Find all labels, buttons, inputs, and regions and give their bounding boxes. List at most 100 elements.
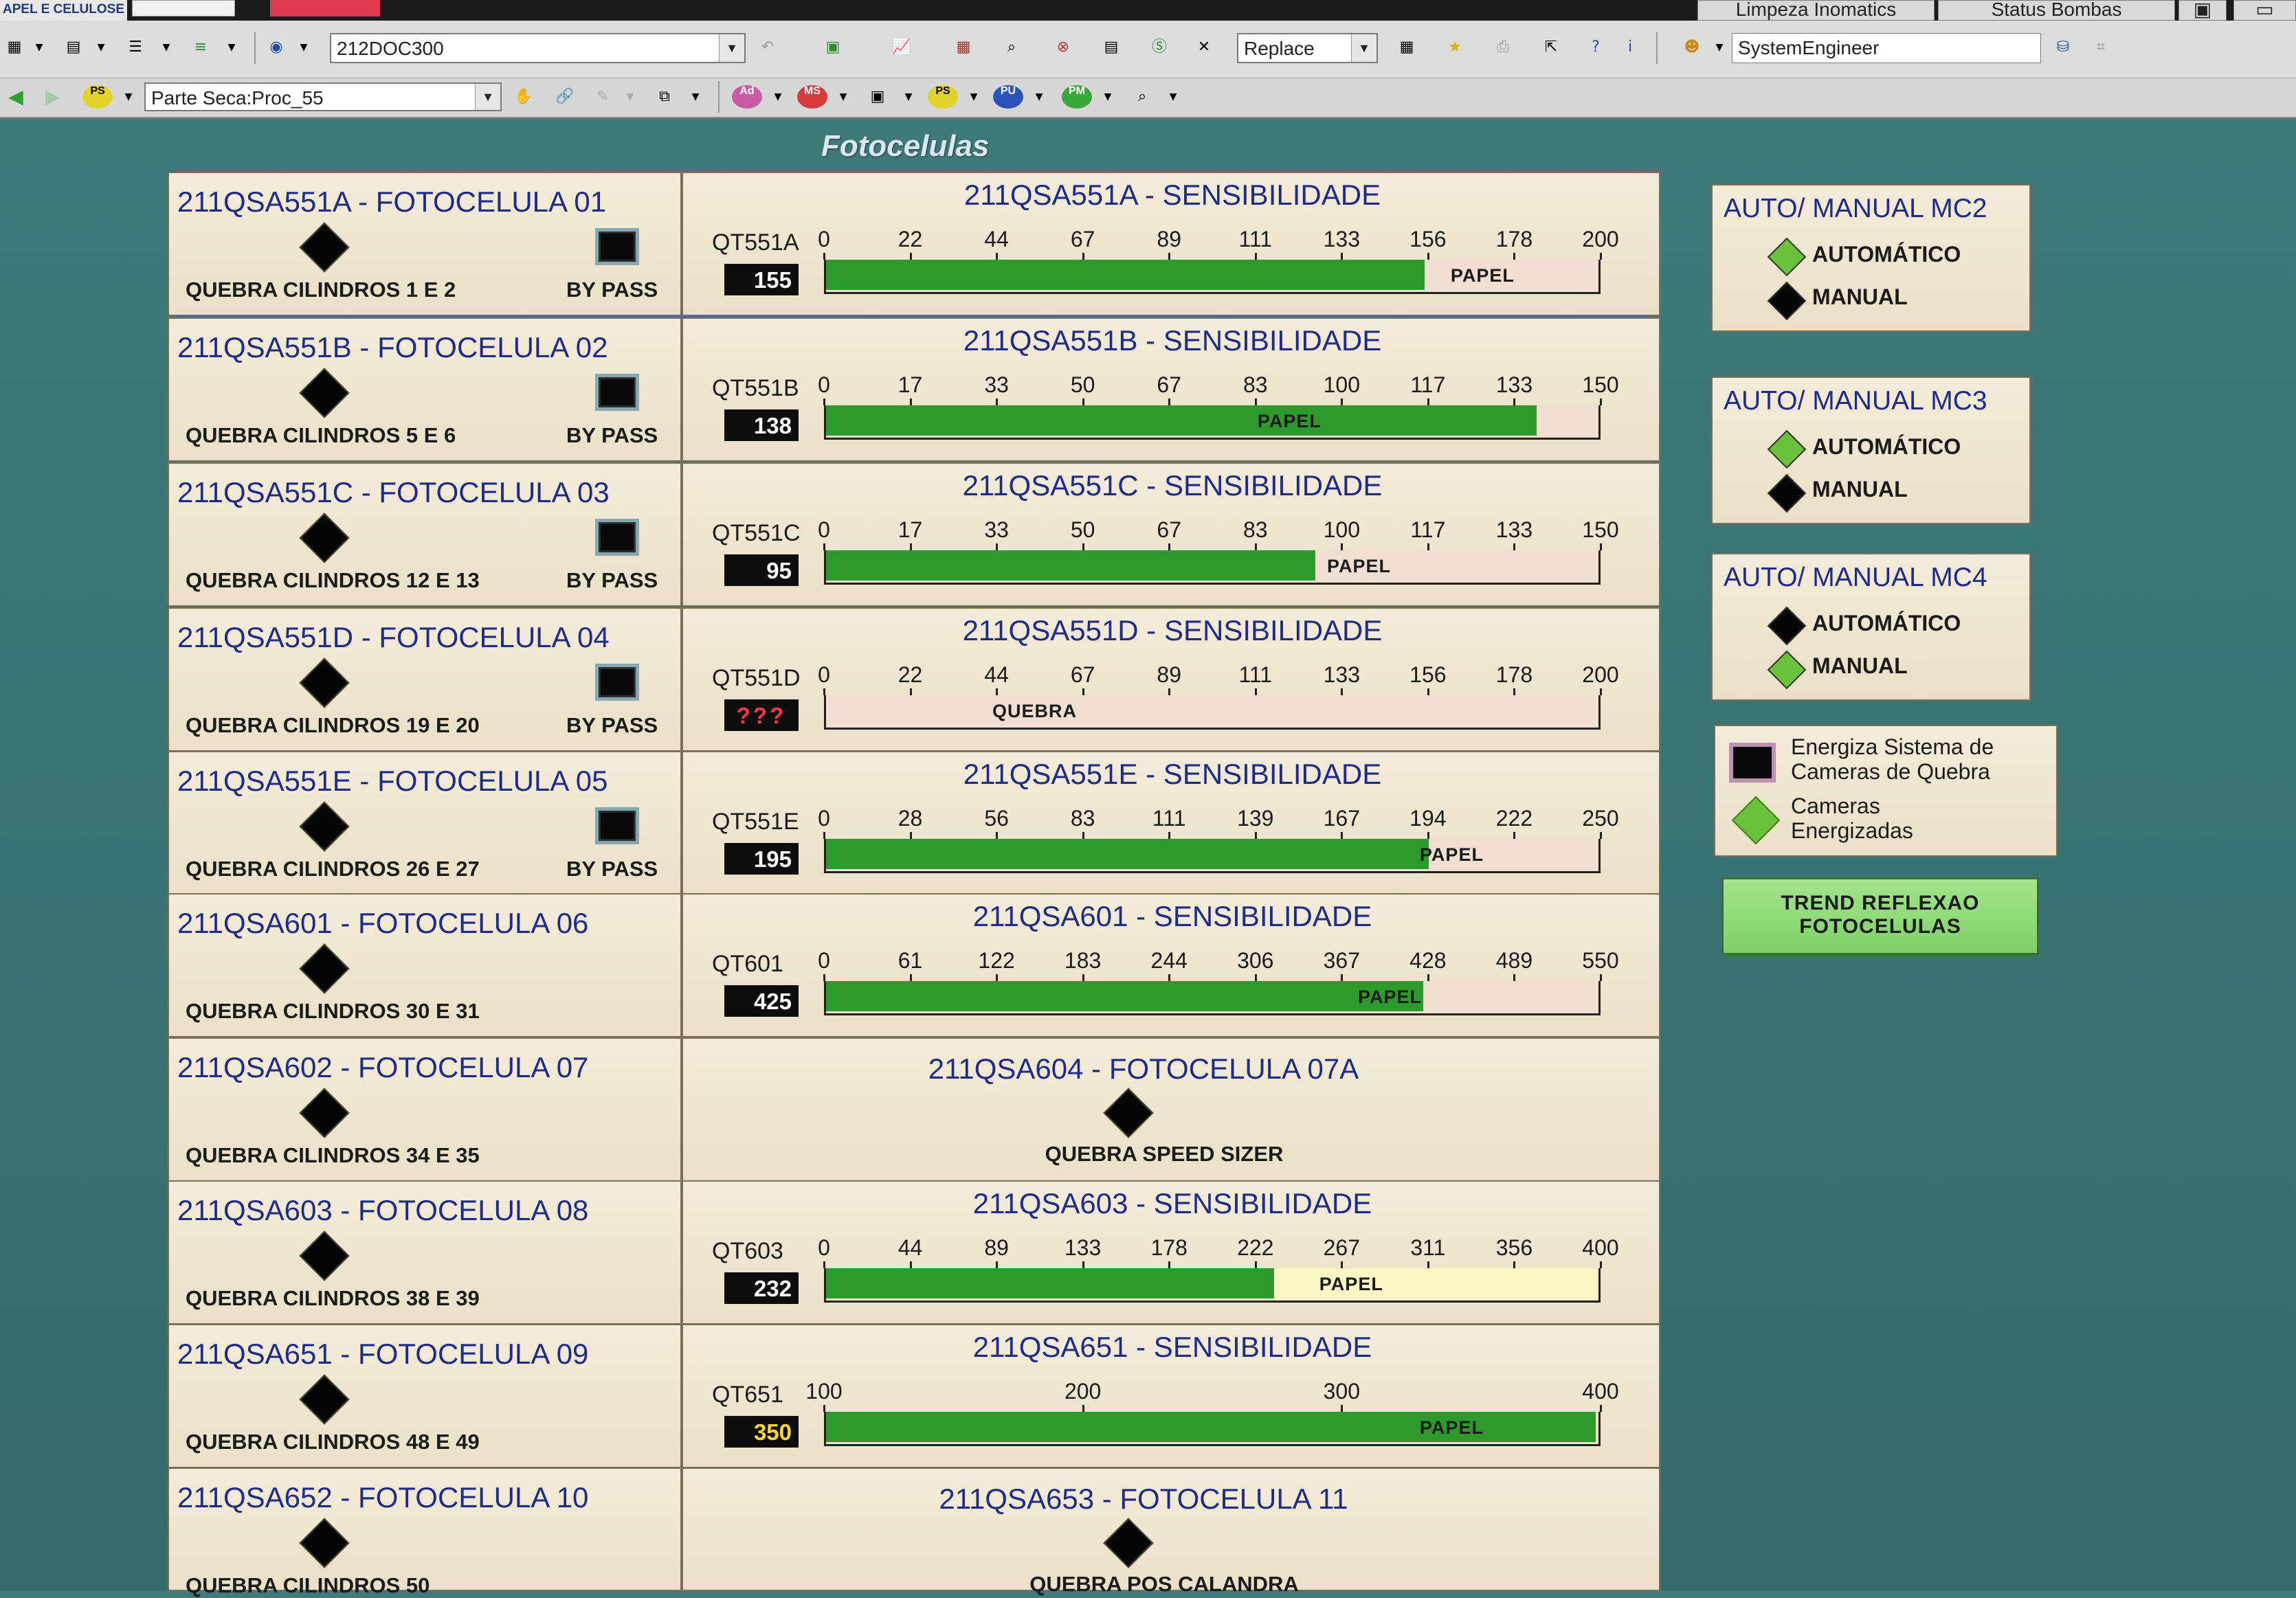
pages-icon[interactable]: ⧉ bbox=[653, 85, 676, 109]
calendar-icon[interactable]: ▦ bbox=[952, 36, 975, 59]
chevron-down-icon[interactable]: ▼ bbox=[155, 36, 178, 59]
scale-tick bbox=[1341, 832, 1344, 839]
ps-badge-icon-2[interactable]: PS bbox=[928, 85, 958, 109]
scale-tick bbox=[1513, 1261, 1516, 1268]
sensitivity-tag: QT551A bbox=[712, 229, 799, 256]
manual-indicator-icon[interactable] bbox=[1767, 473, 1807, 513]
scale-tick-label: 0 bbox=[818, 1235, 830, 1260]
chevron-down-icon[interactable]: ▼ bbox=[962, 85, 985, 109]
list-icon[interactable]: ≡ bbox=[189, 36, 212, 59]
chevron-down-icon[interactable]: ▼ bbox=[832, 85, 855, 109]
automatic-indicator-icon[interactable] bbox=[1767, 606, 1807, 646]
automatic-indicator-icon[interactable] bbox=[1767, 237, 1807, 277]
chevron-down-icon[interactable]: ▼ bbox=[1708, 36, 1731, 59]
back-icon[interactable]: ↶ bbox=[756, 36, 779, 59]
forward-arrow-icon[interactable]: ▶ bbox=[41, 85, 65, 109]
chevron-down-icon[interactable]: ▼ bbox=[684, 85, 707, 109]
scale-tick bbox=[1513, 974, 1516, 981]
fotocelula-panel: 211QSA551D - FOTOCELULA 04 QUEBRA CILINDR… bbox=[168, 607, 682, 752]
chevron-down-icon[interactable]: ▼ bbox=[292, 36, 315, 59]
company-logo: APEL E CELULOSE bbox=[0, 0, 127, 21]
layout-icon[interactable]: ▦ bbox=[1395, 36, 1418, 59]
chevron-down-icon[interactable]: ▼ bbox=[1027, 85, 1051, 109]
sensitivity-bar: PAPEL bbox=[824, 839, 1601, 873]
display-icon[interactable]: ▣ bbox=[821, 36, 845, 59]
chevron-down-icon[interactable]: ▼ bbox=[719, 34, 744, 62]
chevron-down-icon[interactable]: ▼ bbox=[27, 36, 51, 59]
scale-tick bbox=[1254, 1261, 1257, 1268]
chevron-down-icon[interactable]: ▼ bbox=[475, 84, 500, 110]
manual-indicator-icon[interactable] bbox=[1767, 650, 1807, 690]
scale-tick-label: 0 bbox=[818, 662, 830, 687]
chevron-down-icon[interactable]: ▼ bbox=[897, 85, 920, 109]
fotocelula-title: 211QSA603 - FOTOCELULA 08 bbox=[177, 1194, 589, 1226]
sensitivity-panel: 211QSA551C - SENSIBILIDADE QT551C 95 0 17 33 5… bbox=[682, 462, 1660, 607]
edit-icon[interactable]: ✎ bbox=[591, 85, 614, 109]
scale-tick-label: 150 bbox=[1582, 517, 1619, 542]
network-icon[interactable]: ⌗ bbox=[2089, 36, 2113, 59]
object-icon[interactable]: ◉ bbox=[265, 36, 288, 59]
bypass-button[interactable] bbox=[595, 228, 639, 265]
tools-icon[interactable]: ✕ bbox=[1192, 36, 1216, 59]
legend-panel: Energiza Sistema de Cameras de Quebra Ca… bbox=[1714, 725, 2058, 857]
fotocelula-panel: 211QSA551C - FOTOCELULA 03 QUEBRA CILINDR… bbox=[168, 462, 682, 607]
back-arrow-icon[interactable]: ◀ bbox=[4, 85, 27, 109]
chevron-down-icon[interactable]: ▼ bbox=[1351, 34, 1377, 62]
scale-tick bbox=[1082, 253, 1084, 260]
user-icon[interactable]: ☻ bbox=[1680, 36, 1704, 59]
bypass-button[interactable] bbox=[595, 664, 639, 701]
window-icon[interactable]: ▣ bbox=[2178, 0, 2227, 21]
help-icon[interactable]: ? bbox=[1584, 36, 1607, 59]
export-icon[interactable]: ⇱ bbox=[1539, 36, 1563, 59]
mode-combo[interactable]: Replace ▼ bbox=[1237, 33, 1378, 63]
alarm-indicator[interactable] bbox=[270, 0, 380, 16]
chevron-down-icon[interactable]: ▼ bbox=[1161, 85, 1185, 109]
alarm-icon[interactable]: ⊗ bbox=[1051, 36, 1075, 59]
security-icon[interactable]: Ⓢ bbox=[1148, 36, 1171, 59]
ps-badge-icon[interactable]: PS bbox=[82, 85, 113, 109]
print-icon[interactable]: ⎙ bbox=[1491, 36, 1515, 59]
grid-icon[interactable]: ▦ bbox=[3, 36, 26, 59]
ad-badge-icon[interactable]: Ad bbox=[732, 85, 762, 109]
scale-tick-label: 122 bbox=[978, 948, 1015, 973]
chevron-down-icon[interactable]: ▼ bbox=[89, 36, 113, 59]
trend-reflexao-button[interactable]: TREND REFLEXAO FOTOCELULAS bbox=[1721, 877, 2039, 955]
automatic-indicator-icon[interactable] bbox=[1767, 429, 1807, 469]
bypass-button[interactable] bbox=[595, 519, 639, 556]
document-icon[interactable]: ▤ bbox=[1100, 36, 1123, 59]
path-combo[interactable]: Parte Seca:Proc_55 ▼ bbox=[144, 82, 502, 111]
tab-limpeza-inomatics[interactable]: Limpeza Inomatics bbox=[1697, 0, 1935, 21]
pu-badge-icon[interactable]: PU bbox=[993, 85, 1023, 109]
chevron-down-icon[interactable]: ▼ bbox=[220, 36, 243, 59]
tab-status-bombas[interactable]: Status Bombas bbox=[1938, 0, 2175, 21]
trend-icon[interactable]: 📈 bbox=[890, 36, 913, 59]
chevron-down-icon[interactable]: ▼ bbox=[618, 85, 642, 109]
screen-icon[interactable]: ▣ bbox=[866, 85, 889, 109]
hand-icon[interactable]: ✋ bbox=[512, 85, 535, 109]
pm-badge-icon[interactable]: PM bbox=[1062, 85, 1092, 109]
zoom-icon[interactable]: ⌕ bbox=[1130, 85, 1154, 109]
energize-line2: Cameras de Quebra bbox=[1791, 759, 1990, 784]
bypass-button[interactable] bbox=[595, 374, 639, 411]
info-icon[interactable]: i bbox=[1618, 36, 1642, 59]
scale-tick-label: 111 bbox=[1152, 806, 1186, 831]
search-icon[interactable]: ⌕ bbox=[1000, 36, 1023, 59]
object-combo[interactable]: 212DOC300 ▼ bbox=[330, 33, 746, 63]
scale-tick bbox=[1168, 832, 1171, 839]
scale-tick bbox=[1341, 398, 1344, 405]
window-icon-2[interactable]: ▭ bbox=[2233, 0, 2296, 21]
chevron-down-icon[interactable]: ▼ bbox=[1096, 85, 1119, 109]
scale-tick bbox=[823, 974, 825, 981]
chevron-down-icon[interactable]: ▼ bbox=[766, 85, 790, 109]
manual-indicator-icon[interactable] bbox=[1767, 281, 1807, 321]
chevron-down-icon[interactable]: ▼ bbox=[117, 85, 140, 109]
energize-cameras-button[interactable] bbox=[1729, 743, 1776, 783]
link-icon[interactable]: 🔗 bbox=[553, 85, 577, 109]
user-field[interactable]: SystemEngineer bbox=[1732, 33, 2041, 63]
star-icon[interactable]: ★ bbox=[1443, 36, 1467, 59]
database-icon[interactable]: ⛁ bbox=[2051, 36, 2075, 59]
report-icon[interactable]: ☰ bbox=[124, 36, 147, 59]
ms-badge-icon[interactable]: MS bbox=[797, 85, 827, 109]
table-icon[interactable]: ▤ bbox=[62, 36, 85, 59]
bypass-button[interactable] bbox=[595, 807, 639, 844]
